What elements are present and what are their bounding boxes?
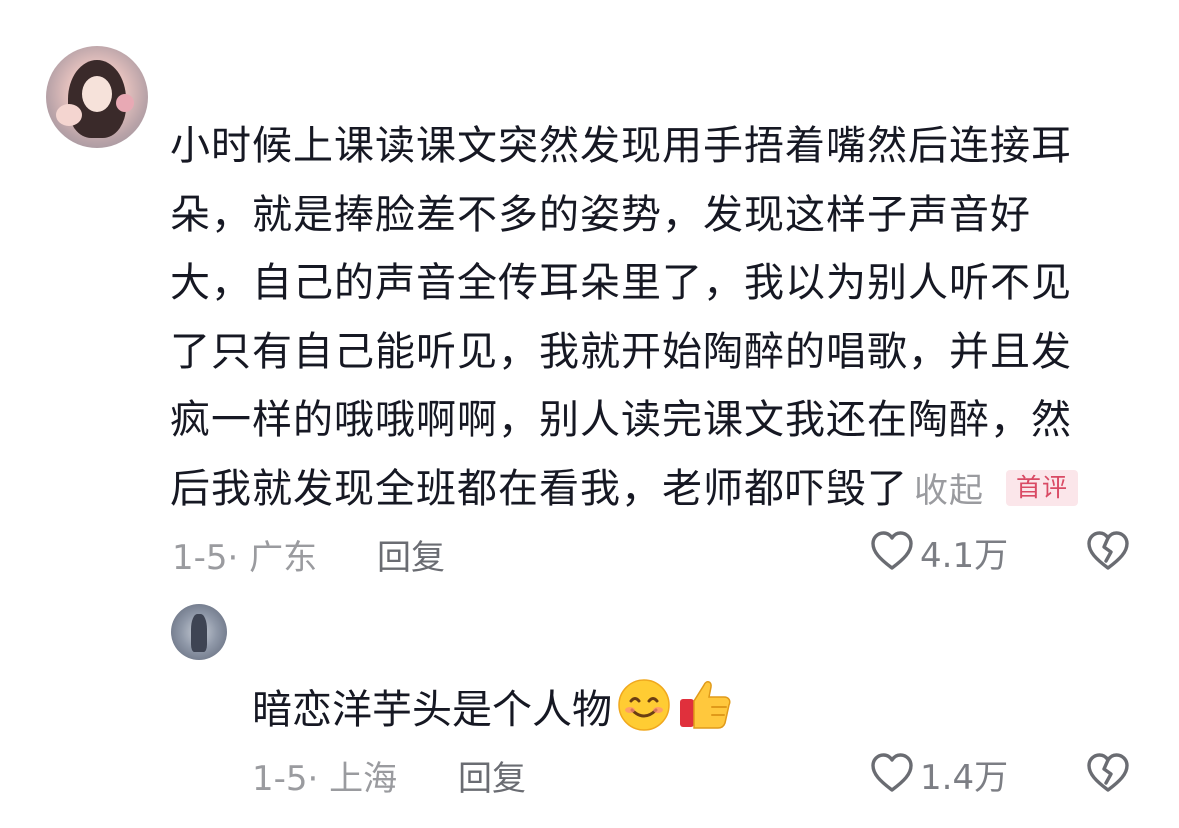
comment-date-location: 1-5· 广东 xyxy=(172,538,318,578)
reply-button[interactable]: 回复 xyxy=(377,530,445,579)
reply-avatar[interactable] xyxy=(171,604,227,660)
comment-last-line: 后我就发现全班都在看我，老师都吓毁了 收起 首评 xyxy=(170,455,1130,526)
commenter-avatar[interactable] xyxy=(46,46,148,148)
avatar-figure xyxy=(191,614,207,652)
comment-line: 大，自己的声音全传耳朵里了，我以为别人听不见 xyxy=(170,260,1072,306)
heart-icon xyxy=(870,752,914,798)
comment-line: 后我就发现全班都在看我，老师都吓毁了 xyxy=(170,465,908,512)
thumbs-up-emoji-icon xyxy=(676,675,734,748)
comment-line: 小时候上课读课文突然发现用手捂着嘴然后连接耳 xyxy=(170,123,1072,169)
broken-heart-icon[interactable] xyxy=(1086,752,1130,798)
comment-line: 了只有自己能听见，我就开始陶醉的唱歌，并且发 xyxy=(170,328,1072,375)
smile-emoji-icon xyxy=(616,677,672,748)
avatar-toy xyxy=(116,94,134,112)
heart-icon xyxy=(870,530,914,576)
reply-like-count: 1.4万 xyxy=(920,758,1009,798)
first-comment-badge: 首评 xyxy=(1006,469,1079,506)
comment-line: 疯一样的哦哦啊啊，别人读完课文我还在陶醉，然 xyxy=(170,397,1072,443)
avatar-hand xyxy=(56,104,82,126)
collapse-button[interactable]: 收起 xyxy=(914,471,984,511)
reply-date-location: 1-5· 上海 xyxy=(252,759,398,799)
reply-body: 暗恋洋芋头是个人物 xyxy=(252,675,734,748)
avatar-face xyxy=(82,76,112,112)
like-count: 4.1万 xyxy=(920,536,1009,576)
reply-like-button[interactable]: 1.4万 xyxy=(870,750,1008,799)
like-button[interactable]: 4.1万 xyxy=(870,528,1008,577)
reply-text: 暗恋洋芋头是个人物 xyxy=(252,687,612,733)
comment-body: 小时候上课读课文突然发现用手捂着嘴然后连接耳 朵，就是捧脸差不多的姿势，发现这样… xyxy=(170,112,1130,525)
comment-line: 朵，就是捧脸差不多的姿势，发现这样子声音好 xyxy=(170,191,1031,238)
reply-reply-button[interactable]: 回复 xyxy=(458,751,526,800)
broken-heart-icon[interactable] xyxy=(1086,530,1130,576)
